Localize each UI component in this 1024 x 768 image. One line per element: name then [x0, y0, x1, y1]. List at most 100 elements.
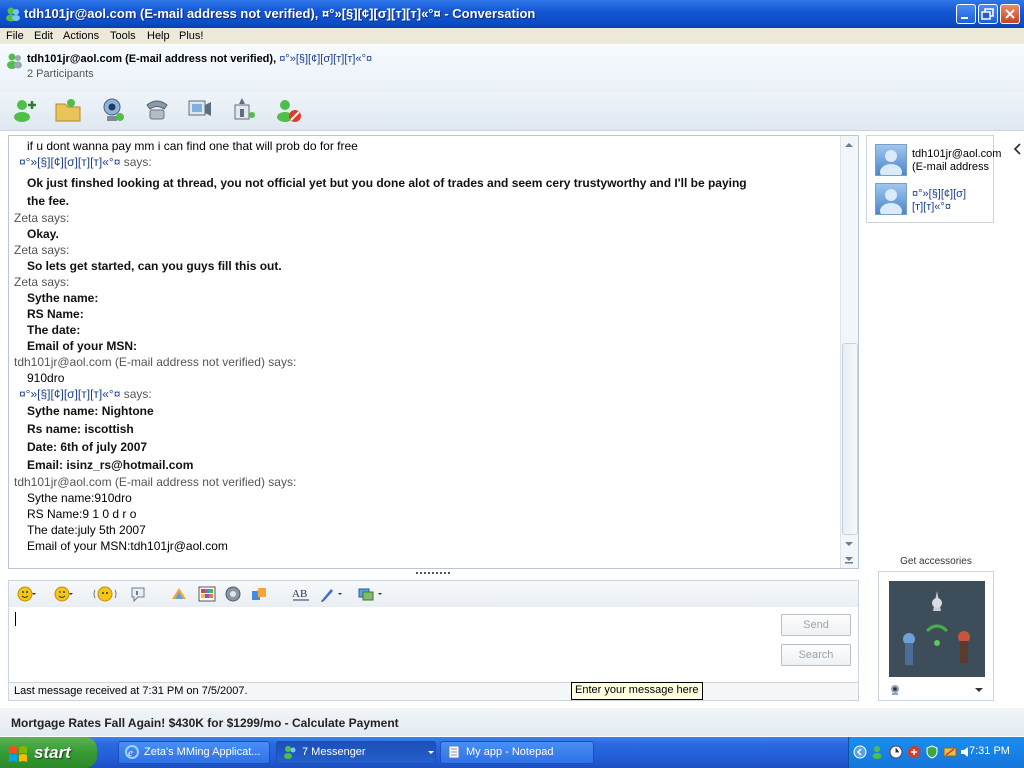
notepad-icon	[447, 745, 461, 759]
task-label: 7 Messenger	[302, 746, 366, 758]
scroll-down-icon[interactable]	[843, 538, 855, 550]
system-tray: 7:31 PM	[848, 737, 1024, 768]
display-options-icon[interactable]	[357, 585, 382, 603]
scroll-end-icon[interactable]	[843, 554, 855, 566]
background-icon[interactable]	[197, 585, 217, 603]
scroll-thumb[interactable]	[842, 343, 858, 535]
emoticon-icon[interactable]	[17, 585, 37, 603]
task-label: My app - Notepad	[466, 746, 554, 758]
message-line: The date:	[27, 323, 81, 337]
message-line: Sythe name:	[27, 291, 99, 305]
search-button[interactable]: Search	[781, 644, 851, 666]
get-accessories-link[interactable]: Get accessories	[878, 556, 994, 567]
clock-app-icon[interactable]	[889, 745, 903, 759]
message-sender: ¤°»[§][¢][σ][т][т]«°¤ says:	[19, 387, 152, 401]
webcam-icon[interactable]	[98, 95, 128, 125]
message-line: Sythe name: Nightone	[27, 404, 154, 418]
webcam-icon[interactable]	[889, 684, 901, 696]
message-line: Rs name: iscottish	[27, 422, 134, 436]
menu-help[interactable]: Help	[147, 28, 170, 44]
taskbar: start e Zeta's MMing Applicat... 7 Messe…	[0, 737, 1024, 768]
font-icon[interactable]: AB	[291, 585, 311, 603]
status-bar: Last message received at 7:31 PM on 7/5/…	[8, 682, 859, 701]
message-line: 910dro	[27, 371, 65, 385]
participant-name[interactable]: tdh101jr@aol.com	[912, 148, 1001, 161]
taskbar-item-browser[interactable]: e Zeta's MMing Applicat...	[118, 741, 270, 764]
restore-icon	[979, 5, 997, 23]
message-line: Email of your MSN:	[27, 339, 138, 353]
voice-clip-icon[interactable]	[129, 585, 149, 603]
message-line: RS Name:9 1 0 d r o	[27, 507, 137, 521]
chevron-down-icon[interactable]	[973, 684, 985, 696]
winks-icon[interactable]	[224, 585, 244, 603]
message-line: if u dont wanna pay mm i can find one th…	[27, 139, 358, 153]
message-sender: Zeta says:	[14, 243, 70, 257]
close-button[interactable]	[1000, 4, 1020, 24]
paintbrush-icon[interactable]	[319, 585, 342, 603]
clock[interactable]: 7:31 PM	[969, 745, 1010, 757]
nudge-icon[interactable]	[93, 585, 117, 603]
start-button[interactable]: start	[0, 737, 97, 768]
participant-name-line2[interactable]: [т][т]«°¤	[912, 201, 951, 214]
menu-tools[interactable]: Tools	[110, 28, 136, 44]
message-sender: Zeta says:	[14, 275, 70, 289]
tray-expand-icon[interactable]	[853, 745, 867, 759]
security-shield-icon[interactable]	[925, 745, 939, 759]
message-line: So lets get started, can you guys fill t…	[27, 259, 282, 273]
network-icon[interactable]	[943, 745, 957, 759]
minimize-button[interactable]	[956, 4, 976, 24]
message-input[interactable]: Send Search	[8, 607, 859, 683]
send-file-icon[interactable]	[53, 95, 83, 125]
scroll-up-icon[interactable]	[843, 139, 855, 151]
says-label: says:	[123, 155, 152, 169]
menu-file[interactable]: File	[6, 28, 24, 44]
menu-edit[interactable]: Edit	[34, 28, 53, 44]
message-line: RS Name:	[27, 307, 84, 321]
ink-icon[interactable]	[169, 585, 189, 603]
messenger-status-icon[interactable]	[871, 745, 885, 759]
message-sender: tdh101jr@aol.com (E-mail address not ver…	[14, 355, 297, 369]
avatar[interactable]	[875, 183, 907, 219]
message-line: Date: 6th of july 2007	[27, 440, 148, 454]
conversation-scrollbar[interactable]	[840, 136, 858, 568]
participant-name-line2[interactable]: (E-mail address	[912, 161, 989, 174]
chevron-down-icon	[427, 742, 435, 763]
minimize-icon	[957, 5, 975, 23]
taskbar-item-messenger[interactable]: 7 Messenger	[276, 741, 436, 764]
sender-name: ¤°»[§][¢][σ][т][т]«°¤	[19, 387, 121, 401]
invite-contact-icon[interactable]	[10, 95, 40, 125]
antivirus-icon[interactable]	[907, 745, 921, 759]
menu-plus[interactable]: Plus!	[179, 28, 203, 44]
taskbar-item-notepad[interactable]: My app - Notepad	[440, 741, 594, 764]
close-icon	[1001, 5, 1019, 23]
display-picture[interactable]	[889, 581, 985, 677]
avatar[interactable]	[875, 144, 907, 180]
message-line: Ok just finshed looking at thread, you n…	[27, 176, 747, 190]
games-icon[interactable]	[230, 95, 260, 125]
header-contact: tdh101jr@aol.com (E-mail address not ver…	[27, 53, 372, 65]
ad-text[interactable]: Mortgage Rates Fall Again! $430K for $12…	[11, 716, 399, 730]
title-bar: tdh101jr@aol.com (E-mail address not ver…	[0, 0, 1024, 28]
menu-actions[interactable]: Actions	[63, 28, 99, 44]
send-button[interactable]: Send	[781, 614, 851, 636]
display-picture-frame	[878, 571, 994, 701]
ad-banner[interactable]: Mortgage Rates Fall Again! $430K for $12…	[0, 708, 1024, 736]
message-sender: tdh101jr@aol.com (E-mail address not ver…	[14, 475, 297, 489]
resize-grip[interactable]	[416, 572, 450, 577]
wink-icon[interactable]	[54, 585, 74, 603]
conversation-history[interactable]: if u dont wanna pay mm i can find one th…	[8, 135, 859, 569]
collapse-panel-icon[interactable]	[1012, 140, 1024, 158]
message-sender: Zeta says:	[14, 211, 70, 225]
activities-icon[interactable]	[185, 95, 215, 125]
phone-icon[interactable]	[142, 95, 172, 125]
menu-bar: File Edit Actions Tools Help Plus!	[0, 28, 1024, 44]
contacts-icon	[6, 52, 24, 73]
games-icon[interactable]	[249, 585, 269, 603]
internet-explorer-icon: e	[125, 745, 139, 759]
block-contact-icon[interactable]	[274, 95, 304, 125]
header-contact-email: tdh101jr@aol.com (E-mail address not ver…	[27, 53, 277, 65]
message-line: Okay.	[27, 227, 59, 241]
maximize-button[interactable]	[978, 4, 998, 24]
participant-name[interactable]: ¤°»[§][¢][σ]	[912, 188, 966, 201]
message-line: Sythe name:910dro	[27, 491, 132, 505]
